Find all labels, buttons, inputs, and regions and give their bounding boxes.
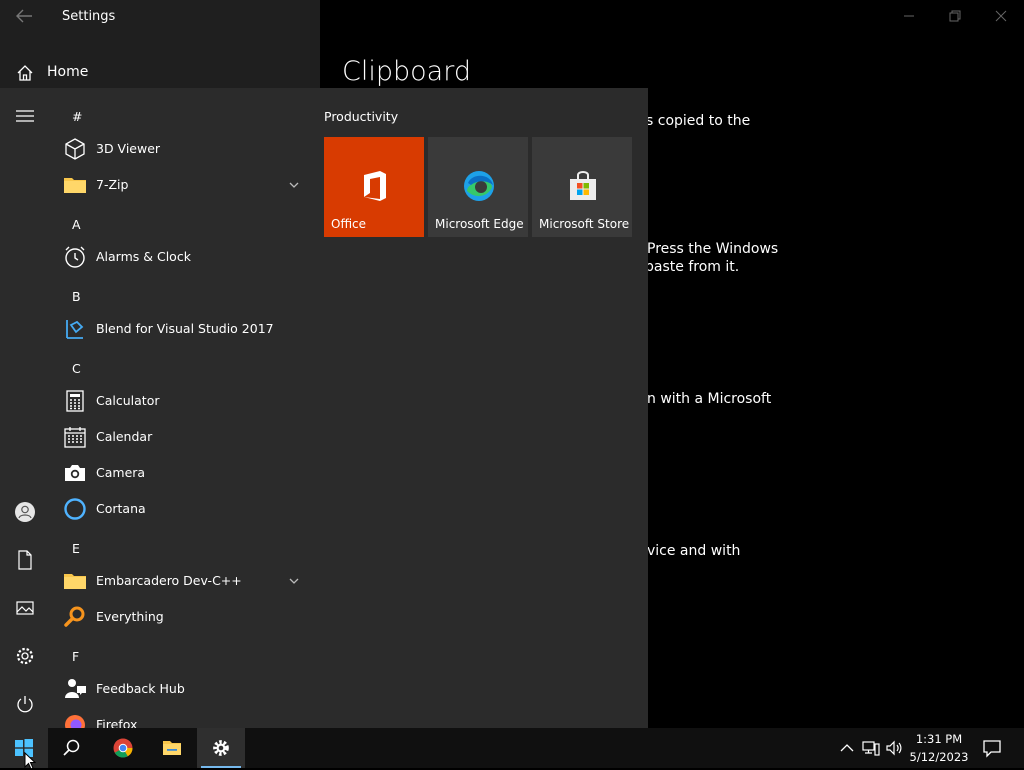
clock-time: 1:31 PM xyxy=(915,732,963,746)
home-item[interactable]: Home xyxy=(0,56,320,88)
taskbar-file-explorer[interactable] xyxy=(148,728,196,768)
chevron-down-icon[interactable] xyxy=(288,575,300,587)
app-label: 3D Viewer xyxy=(96,141,161,156)
folder-icon xyxy=(163,741,181,755)
tile-label: Office xyxy=(331,217,367,231)
app-label: Camera xyxy=(96,465,146,480)
tile-group-title[interactable]: Productivity xyxy=(324,109,398,124)
back-arrow-icon[interactable] xyxy=(14,7,34,25)
app-label: 7-Zip xyxy=(96,177,129,192)
folder-icon xyxy=(64,574,86,589)
chevron-up-icon[interactable] xyxy=(838,739,856,757)
body-text: vice and with xyxy=(647,543,741,559)
app-item-firefox[interactable]: Firefox xyxy=(56,707,306,728)
power-icon[interactable] xyxy=(14,693,36,715)
letter-header[interactable]: E xyxy=(72,541,80,556)
office-icon xyxy=(364,171,386,201)
app-item-calendar[interactable]: Calendar xyxy=(56,419,306,455)
tile-microsoft-store[interactable]: Microsoft Store xyxy=(532,137,632,237)
chevron-down-icon[interactable] xyxy=(288,179,300,191)
app-label: Feedback Hub xyxy=(96,681,185,696)
mouse-cursor-icon xyxy=(24,752,36,770)
window-title: Settings xyxy=(62,9,116,24)
feedback-icon xyxy=(65,679,86,698)
notification-icon[interactable] xyxy=(982,738,1002,758)
user-account-icon[interactable] xyxy=(14,501,36,523)
tile-label: Microsoft Edge xyxy=(435,217,524,231)
app-label: Everything xyxy=(96,609,164,624)
taskbar-settings[interactable] xyxy=(197,728,245,768)
tile-office[interactable]: Office xyxy=(324,137,424,237)
firefox-icon xyxy=(65,715,85,728)
restore-icon[interactable] xyxy=(943,4,967,28)
magnifier-icon xyxy=(64,606,85,627)
letter-header[interactable]: C xyxy=(72,361,81,376)
search-button[interactable] xyxy=(48,728,96,768)
clock-icon xyxy=(65,246,85,268)
page-title: Clipboard xyxy=(342,56,471,87)
app-list[interactable]: # 3D Viewer 7-Zip A Alarms & Clock B Ble… xyxy=(56,96,316,728)
calculator-icon xyxy=(66,390,84,412)
letter-header[interactable]: B xyxy=(72,289,81,304)
app-item-embarcadero-dev-cpp[interactable]: Embarcadero Dev-C++ xyxy=(56,563,306,599)
app-item-everything[interactable]: Everything xyxy=(56,599,306,635)
app-label: Calculator xyxy=(96,393,160,408)
body-text: Press the Windows xyxy=(647,241,779,257)
app-item-7-zip[interactable]: 7-Zip xyxy=(56,167,306,203)
network-icon[interactable] xyxy=(862,739,880,757)
close-icon[interactable] xyxy=(989,4,1013,28)
app-item-feedback-hub[interactable]: Feedback Hub xyxy=(56,671,306,707)
letter-header[interactable]: F xyxy=(72,649,79,664)
app-label: Firefox xyxy=(96,717,138,728)
taskbar-clock[interactable]: 1:31 PM 5/12/2023 xyxy=(904,730,974,766)
app-label: Embarcadero Dev-C++ xyxy=(96,573,242,588)
app-item-3d-viewer[interactable]: 3D Viewer xyxy=(56,131,306,167)
app-item-calculator[interactable]: Calculator xyxy=(56,383,306,419)
taskbar-chrome[interactable] xyxy=(99,728,147,768)
documents-icon[interactable] xyxy=(14,549,36,571)
search-icon xyxy=(63,739,80,756)
letter-header[interactable]: A xyxy=(72,217,81,232)
home-icon xyxy=(17,65,33,81)
volume-icon[interactable] xyxy=(885,739,903,757)
taskbar: 1:31 PM 5/12/2023 xyxy=(0,728,1024,768)
calendar-icon xyxy=(64,427,86,448)
app-item-alarms-clock[interactable]: Alarms & Clock xyxy=(56,239,306,275)
app-item-camera[interactable]: Camera xyxy=(56,455,306,491)
edge-icon xyxy=(464,171,494,201)
pictures-icon[interactable] xyxy=(14,597,36,619)
app-label: Alarms & Clock xyxy=(96,249,191,264)
clock-date: 5/12/2023 xyxy=(909,750,969,764)
chrome-icon xyxy=(113,738,133,758)
app-label: Calendar xyxy=(96,429,153,444)
settings-gear-icon[interactable] xyxy=(14,645,36,667)
body-text: n with a Microsoft xyxy=(647,391,772,407)
home-label: Home xyxy=(47,64,89,80)
app-label: Cortana xyxy=(96,501,146,516)
tile-label: Microsoft Store xyxy=(539,217,630,231)
body-text: paste from it. xyxy=(645,259,740,275)
app-item-blend[interactable]: Blend for Visual Studio 2017 xyxy=(56,311,306,347)
app-label: Blend for Visual Studio 2017 xyxy=(96,321,274,336)
cube-icon xyxy=(65,138,85,160)
camera-icon xyxy=(65,465,85,481)
settings-gear-icon xyxy=(213,740,229,756)
cortana-icon xyxy=(64,498,86,520)
minimize-icon[interactable] xyxy=(897,4,921,28)
hamburger-menu-icon[interactable] xyxy=(14,105,36,127)
body-text: s copied to the xyxy=(646,113,751,129)
letter-header[interactable]: # xyxy=(72,109,82,124)
folder-icon xyxy=(64,178,86,193)
blend-icon xyxy=(66,320,84,339)
store-icon xyxy=(570,171,596,200)
tile-microsoft-edge[interactable]: Microsoft Edge xyxy=(428,137,528,237)
app-item-cortana[interactable]: Cortana xyxy=(56,491,306,527)
